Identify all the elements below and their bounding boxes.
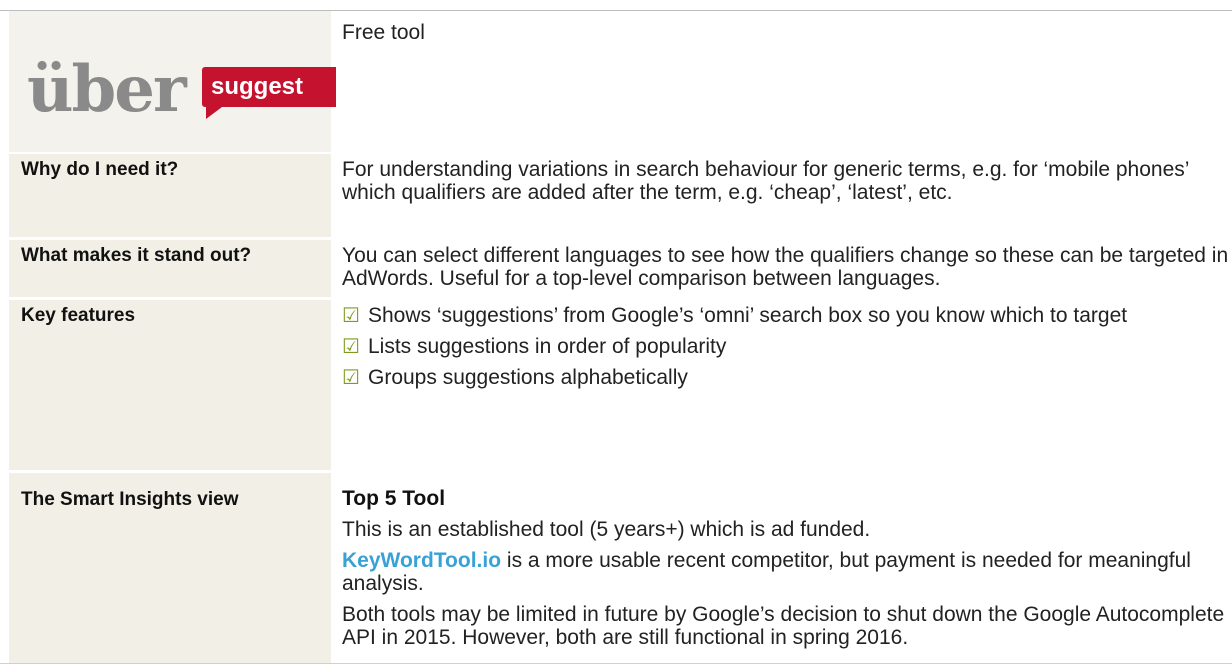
row-features: Key features ☑ Shows ‘suggestions’ from G… <box>0 300 1232 470</box>
row-standout-text: You can select different languages to se… <box>342 244 1229 290</box>
row-standout-label: What makes it stand out? <box>21 245 252 266</box>
free-tool-cell: Free tool <box>336 11 1232 152</box>
row-insights-value: Top 5 Tool This is an established tool (… <box>336 473 1232 664</box>
row-features-label: Key features <box>21 305 136 326</box>
row-insights-label-cell: The Smart Insights view <box>9 473 331 664</box>
checkbox-tick-icon: ☑ <box>342 336 360 358</box>
feature-text: Groups suggestions alphabetically <box>368 366 688 389</box>
logo-uber-text: über <box>27 52 187 127</box>
row-insights-label: The Smart Insights view <box>21 489 239 510</box>
row-why-label: Why do I need it? <box>21 159 179 180</box>
logo-suggest-badge: suggest <box>202 67 339 119</box>
insights-p3: Both tools may be limited in future by G… <box>342 603 1225 649</box>
checkbox-tick-icon: ☑ <box>342 305 360 327</box>
insights-p2: KeyWordTool.io is a more usable recent c… <box>342 549 1232 595</box>
feature-text: Shows ‘suggestions’ from Google’s ‘omni’… <box>368 304 1128 327</box>
logo-cell: über suggest <box>9 11 339 152</box>
feature-item: ☑ Shows ‘suggestions’ from Google’s ‘omni… <box>342 304 1232 328</box>
ubersuggest-logo: über suggest <box>27 55 343 145</box>
feature-text: Lists suggestions in order of popularity <box>368 335 727 358</box>
insights-heading: Top 5 Tool <box>342 487 446 510</box>
free-tool-label: Free tool <box>342 21 425 44</box>
row-standout-value: You can select different languages to se… <box>336 240 1232 297</box>
logo-suggest-text: suggest <box>211 73 304 100</box>
row-standout: What makes it stand out? You can select … <box>0 240 1232 297</box>
row-why-value: For understanding variations in search b… <box>336 154 1232 237</box>
row-features-label-cell: Key features <box>9 300 331 470</box>
row-why-label-cell: Why do I need it? <box>9 154 331 237</box>
row-why-text: For understanding variations in search b… <box>342 158 1189 204</box>
keywordtool-link[interactable]: KeyWordTool.io <box>342 549 501 572</box>
row-insights: The Smart Insights view Top 5 Tool This … <box>0 473 1232 664</box>
row-standout-label-cell: What makes it stand out? <box>9 240 331 297</box>
checkbox-tick-icon: ☑ <box>342 367 360 389</box>
row-features-value: ☑ Shows ‘suggestions’ from Google’s ‘omni… <box>336 300 1232 470</box>
feature-item: ☑ Lists suggestions in order of popularit… <box>342 335 1232 359</box>
header-row: über suggest Free tool <box>0 11 1232 152</box>
tool-profile-table: über suggest Free tool Why do I need it?… <box>0 0 1232 664</box>
insights-p1: This is an established tool (5 years+) w… <box>342 518 871 541</box>
row-why: Why do I need it? For understanding vari… <box>0 154 1232 237</box>
feature-item: ☑ Groups suggestions alphabetically <box>342 366 1232 390</box>
